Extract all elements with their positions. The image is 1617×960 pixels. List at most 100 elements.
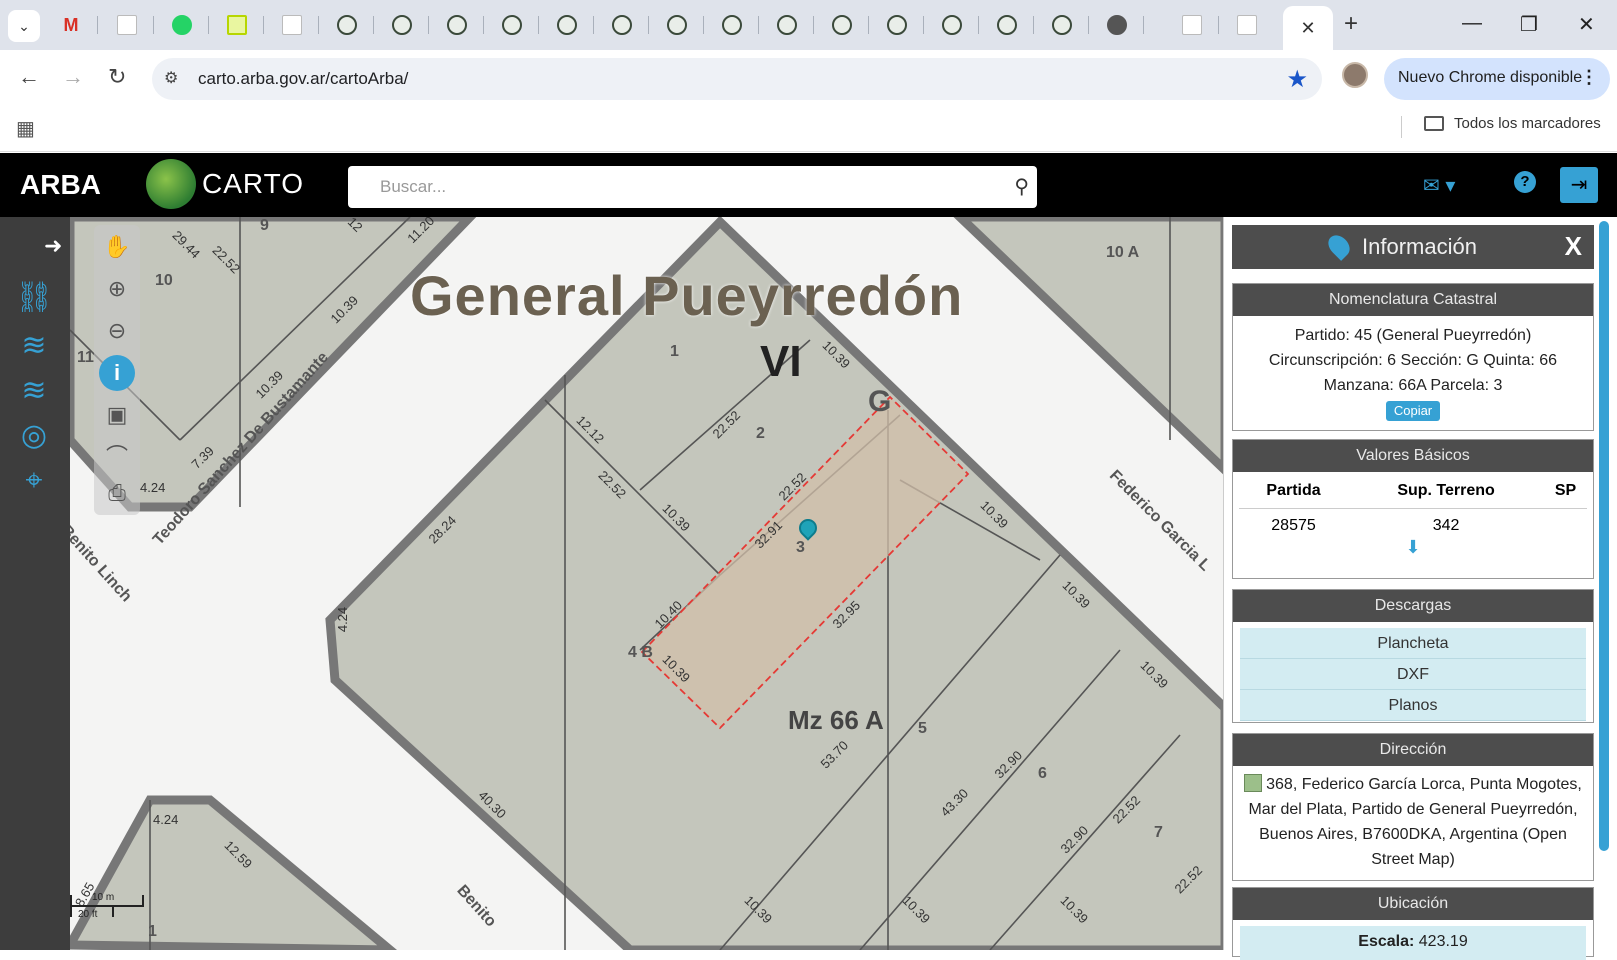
tab-globe[interactable] (1090, 8, 1144, 42)
tab-document[interactable] (100, 8, 154, 42)
tab-gmail[interactable]: M (44, 8, 98, 42)
bookmark-star-icon[interactable]: ★ (1286, 65, 1308, 94)
download-planos-link[interactable]: Planos (1240, 690, 1586, 721)
section-label: G (868, 385, 892, 418)
tab-site[interactable] (540, 8, 594, 42)
chrome-update-button[interactable]: Nuevo Chrome disponible ⋮ (1384, 58, 1610, 100)
scale-metric-label: 10 m (92, 892, 115, 903)
select-area-icon[interactable]: ▣ (99, 397, 135, 433)
folder-icon (1424, 116, 1444, 131)
tab-site[interactable] (375, 8, 429, 42)
tab-site[interactable] (870, 8, 924, 42)
binoculars-icon[interactable]: ⛓ (14, 279, 54, 317)
forward-arrow-icon[interactable]: → (62, 64, 84, 90)
close-tab-icon[interactable]: ✕ (1300, 18, 1315, 39)
parcel-number: 2 (756, 425, 765, 442)
search-input[interactable] (348, 166, 988, 208)
expand-arrow-icon[interactable]: ➜ (44, 233, 62, 259)
measure-icon[interactable]: ⌒ (99, 439, 135, 475)
all-bookmarks-folder[interactable]: Todos los marcadores (1424, 115, 1601, 132)
tab-search-chevron-icon[interactable]: ⌄ (8, 10, 40, 42)
table-cell: 28575 (1271, 517, 1316, 534)
profile-avatar[interactable] (1342, 62, 1368, 88)
measure-label: 4.24 (153, 812, 179, 827)
column-header: Partida (1239, 472, 1349, 509)
back-arrow-icon[interactable]: ← (18, 64, 40, 90)
tab-form[interactable] (265, 8, 319, 42)
tab-whatsapp[interactable] (155, 8, 209, 42)
table-cell (1544, 509, 1587, 538)
reload-icon[interactable]: ↻ (108, 64, 126, 90)
site-settings-icon[interactable]: ⚙ (164, 68, 178, 88)
tab-site[interactable] (705, 8, 759, 42)
tab-sheet[interactable] (210, 8, 264, 42)
tab-page[interactable] (1220, 8, 1274, 42)
minimize-icon[interactable]: — (1462, 12, 1482, 35)
download-plancheta-link[interactable]: Plancheta (1240, 628, 1586, 659)
bookmarks-divider (1401, 116, 1402, 138)
scale-imperial-label: 20 ft (78, 909, 98, 920)
mail-dropdown-icon[interactable]: ✉ ▾ (1423, 173, 1455, 198)
address-bar[interactable]: ⚙ carto.arba.gov.ar/cartoArba/ ★ (152, 58, 1322, 100)
parcel-number: 11 (77, 349, 94, 366)
download-dxf-link[interactable]: DXF (1240, 659, 1586, 690)
download-icon[interactable]: ⬇ (1405, 537, 1420, 557)
zone-label: 10 A (1106, 244, 1140, 261)
ide-layers-icon[interactable]: ≋ (14, 372, 54, 410)
layers-icon[interactable]: ≋ (14, 327, 54, 365)
scale-label: Escala: (1358, 933, 1415, 950)
table-cell: 342 (1432, 517, 1460, 534)
close-panel-button[interactable]: X (1565, 231, 1582, 262)
site-icon (612, 15, 632, 35)
new-tab-button[interactable]: + (1344, 10, 1358, 38)
pan-hand-icon[interactable]: ✋ (99, 229, 135, 265)
site-icon (777, 15, 797, 35)
zoom-out-icon[interactable]: ⊖ (99, 313, 135, 349)
section-heading: Valores Básicos (1233, 440, 1593, 472)
tab-site[interactable] (650, 8, 704, 42)
logout-icon[interactable]: ⇥ (1560, 167, 1598, 203)
tab-site[interactable] (980, 8, 1034, 42)
page-icon (1182, 15, 1202, 35)
info-panel: Información X Nomenclatura Catastral Par… (1223, 217, 1617, 960)
restore-icon[interactable]: ❐ (1520, 12, 1538, 37)
parcel-number: 10 (155, 272, 173, 289)
column-header: Sup. Terreno (1348, 472, 1545, 509)
info-title: Información (1362, 234, 1477, 259)
site-icon (942, 15, 962, 35)
map-title-label: General Pueyrredón (410, 264, 964, 327)
tab-strip: ⌄ M ✕ + — ❐ ✕ (0, 0, 1617, 50)
site-icon (557, 15, 577, 35)
all-bookmarks-label: Todos los marcadores (1454, 115, 1601, 132)
fingerprint-icon[interactable]: ◎ (14, 417, 54, 455)
tab-site[interactable] (430, 8, 484, 42)
close-window-icon[interactable]: ✕ (1578, 12, 1595, 37)
tab-site[interactable] (320, 8, 374, 42)
tab-site[interactable] (485, 8, 539, 42)
section-heading: Nomenclatura Catastral (1233, 284, 1593, 316)
info-panel-scrollbar[interactable] (1599, 221, 1609, 851)
info-icon[interactable]: i (99, 355, 135, 391)
zoom-in-icon[interactable]: ⊕ (99, 271, 135, 307)
left-toolbar: ➜ ⛓ ≋ ≋ ◎ ⌖ (0, 217, 70, 950)
help-icon[interactable]: ? (1514, 171, 1536, 193)
tab-site[interactable] (815, 8, 869, 42)
manzana-label: Mz 66 A (788, 705, 884, 735)
url-text[interactable]: carto.arba.gov.ar/cartoArba/ (198, 69, 408, 89)
valores-section: Valores Básicos Partida Sup. Terreno SP … (1232, 439, 1594, 579)
menu-dots-icon[interactable]: ⋮ (1580, 67, 1598, 88)
apps-grid-icon[interactable]: ▦ (16, 116, 35, 141)
site-icon (997, 15, 1017, 35)
location-icon[interactable]: ⌖ (14, 462, 54, 500)
carto-globe-icon (146, 159, 196, 209)
tab-site[interactable] (1035, 8, 1089, 42)
section-heading: Dirección (1233, 734, 1593, 766)
tab-site[interactable] (925, 8, 979, 42)
print-icon[interactable]: ⎙ (99, 475, 135, 511)
active-tab[interactable]: ✕ (1283, 6, 1333, 50)
tab-site[interactable] (760, 8, 814, 42)
search-icon[interactable]: ⚲ (1014, 174, 1029, 199)
copy-button[interactable]: Copiar (1385, 401, 1441, 421)
tab-page[interactable] (1165, 8, 1219, 42)
tab-site[interactable] (595, 8, 649, 42)
